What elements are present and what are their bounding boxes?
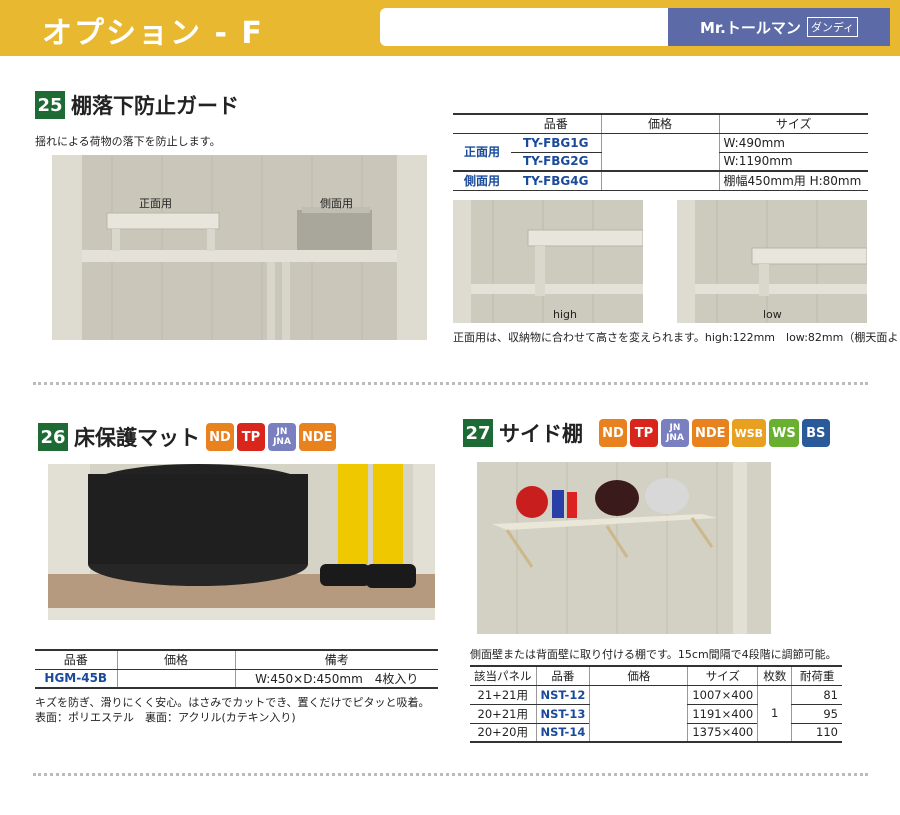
badge-tp: TP	[237, 423, 265, 451]
panel-cell: 20+21用	[470, 704, 536, 724]
label-low: low	[763, 308, 782, 321]
table-row: 側面用 TY-FBG4G 棚幅450mm用 H:80mm	[453, 171, 868, 191]
panel-cell: 21+21用	[470, 685, 536, 705]
col-code: 品番	[35, 650, 117, 670]
s26-spec-table: 品番 価格 備考 HGM-45B W:450×D:450mm 4枚入り	[35, 649, 438, 689]
panel-cell: 20+20用	[470, 723, 536, 743]
section-heading: 床保護マット	[74, 426, 200, 450]
qty-cell: 1	[757, 685, 792, 743]
badge-jn: JN JNA	[268, 423, 296, 451]
floor-mat-photo	[48, 464, 435, 620]
code-cell: TY-FBG2G	[511, 152, 601, 172]
page-header: オプション - F Mr.トールマン ダンディ	[0, 0, 900, 56]
divider	[33, 773, 868, 776]
size-cell: 棚幅450mm用 H:80mm	[718, 171, 868, 191]
label-front: 正面用	[139, 197, 172, 210]
badge-nde: NDE	[299, 423, 336, 451]
load-cell: 110	[791, 723, 842, 743]
col-panel: 該当パネル	[470, 666, 536, 686]
col-size: サイズ	[687, 666, 758, 686]
col-size: サイズ	[718, 114, 868, 134]
col-price: 価格	[116, 650, 235, 670]
side-shelf-photo	[477, 462, 771, 634]
s26-desc-1: キズを防ぎ、滑りにくく安心。はさみでカットでき、置くだけでピタッと吸着。	[35, 696, 430, 709]
badge-nde: NDE	[692, 419, 729, 447]
col-code: 品番	[535, 666, 590, 686]
size-cell: 1007×400	[687, 685, 758, 705]
col-load: 耐荷重	[791, 666, 842, 686]
size-cell: W:1190mm	[718, 152, 868, 172]
col-qty: 枚数	[757, 666, 792, 686]
note-cell: W:450×D:450mm 4枚入り	[234, 669, 438, 689]
code-cell: NST-14	[535, 723, 590, 743]
section-26-title: 26 床保護マット ND TP JN JNA NDE	[38, 422, 336, 452]
s25-spec-table: 品番 価格 サイズ 正面用 TY-FBG1G W:490mm TY-FBG2G …	[453, 113, 868, 191]
badge-wsb: WSB	[731, 419, 767, 447]
badge-jn: JN JNA	[661, 419, 689, 447]
size-cell: W:490mm	[718, 133, 868, 153]
section-27-title: 27 サイド棚 ND TP JN JNA NDE WSB WS BS	[463, 418, 830, 448]
s25-note: 正面用は、収納物に合わせて高さを変えられます。high:122mm low:82…	[453, 331, 900, 344]
section-heading: サイド棚	[499, 422, 583, 446]
shelf-guard-photo: 正面用 側面用	[52, 155, 427, 340]
section-number: 25	[35, 91, 65, 119]
table-row: 正面用 TY-FBG1G W:490mm	[453, 133, 868, 172]
divider	[33, 382, 868, 385]
brand-name: Mr.トールマン	[699, 18, 801, 37]
badge-tp: TP	[630, 419, 658, 447]
section-number: 27	[463, 419, 493, 447]
col-code: 品番	[511, 114, 601, 134]
header-bar	[380, 8, 670, 46]
col-price: 価格	[589, 666, 688, 686]
group-label: 側面用	[453, 171, 511, 191]
code-cell: NST-13	[535, 704, 590, 724]
label-side: 側面用	[320, 197, 353, 210]
section-25-desc: 揺れによる荷物の落下を防止します。	[35, 135, 221, 148]
page-title: オプション - F	[42, 16, 264, 51]
code-cell: HGM-45B	[35, 669, 117, 689]
size-cell: 1191×400	[687, 704, 758, 724]
section-number: 26	[38, 423, 68, 451]
badge-nd: ND	[206, 423, 234, 451]
section-heading: 棚落下防止ガード	[71, 94, 239, 118]
load-cell: 95	[791, 704, 842, 724]
badge-bs: BS	[801, 419, 830, 447]
low-photo: low	[677, 200, 867, 323]
size-cell: 1375×400	[687, 723, 758, 743]
s27-spec-table: 該当パネル 品番 価格 サイズ 枚数 耐荷重 21+21用 NST-12 100…	[470, 665, 842, 743]
code-cell: TY-FBG1G	[511, 133, 601, 153]
col-price: 価格	[600, 114, 719, 134]
s27-desc: 側面壁または背面壁に取り付ける棚です。15cm間隔で4段階に調節可能。	[470, 648, 837, 661]
brand-sub: ダンディ	[806, 17, 859, 37]
brand-logo: Mr.トールマン ダンディ	[668, 8, 890, 46]
section-25-title: 25 棚落下防止ガード	[35, 90, 239, 120]
label-high: high	[553, 308, 577, 321]
code-cell: TY-FBG4G	[511, 171, 601, 191]
badge-nd: ND	[599, 419, 627, 447]
col-note: 備考	[234, 650, 438, 670]
s26-desc-2: 表面：ポリエステル 裏面：アクリル(カテキン入り)	[35, 711, 296, 724]
code-cell: NST-12	[535, 685, 590, 705]
badge-ws: WS	[769, 419, 799, 447]
group-label: 正面用	[453, 133, 511, 172]
table-row: HGM-45B W:450×D:450mm 4枚入り	[35, 669, 438, 689]
load-cell: 81	[791, 685, 842, 705]
high-photo: high	[453, 200, 643, 323]
table-row: 21+21用 NST-12 1007×400 1 81	[470, 685, 842, 743]
